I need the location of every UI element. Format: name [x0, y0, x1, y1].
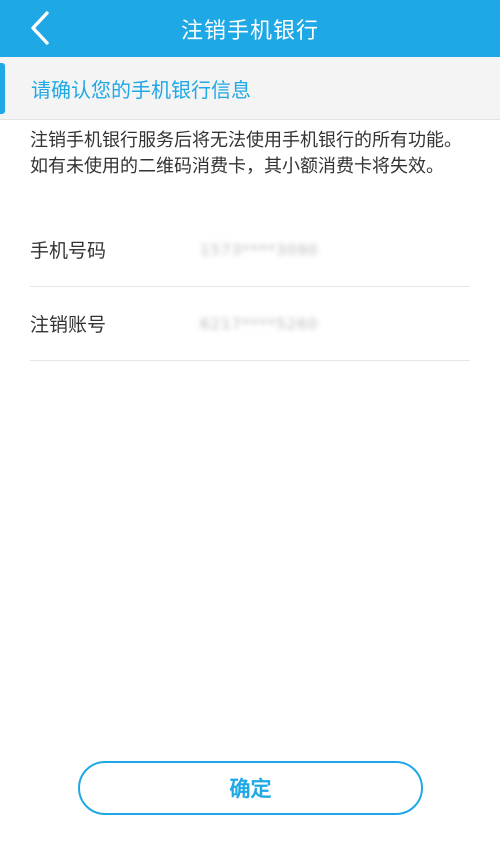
phone-number-row: 手机号码 1573****3090: [30, 213, 470, 287]
account-number-label: 注销账号: [30, 314, 107, 336]
cancellation-notice: 注销手机银行服务后将无法使用手机银行的所有功能。如有未使用的二维码消费卡，其小额…: [30, 130, 462, 177]
phone-number-label: 手机号码: [30, 240, 107, 262]
account-number-row: 注销账号 6217****5260: [30, 287, 470, 361]
page-title: 注销手机银行: [180, 18, 319, 44]
phone-number-value: 1573****3090: [200, 240, 319, 259]
confirm-button[interactable]: 确定: [78, 761, 423, 815]
section-header: 请确认您的手机银行信息: [0, 57, 500, 120]
account-number-value: 6217****5260: [200, 314, 319, 333]
top-bar: 注销手机银行: [0, 0, 500, 57]
section-title: 请确认您的手机银行信息: [31, 77, 251, 102]
section-accent-bar: [0, 63, 5, 114]
chevron-left-icon: [31, 11, 49, 45]
back-button[interactable]: [18, 8, 62, 48]
